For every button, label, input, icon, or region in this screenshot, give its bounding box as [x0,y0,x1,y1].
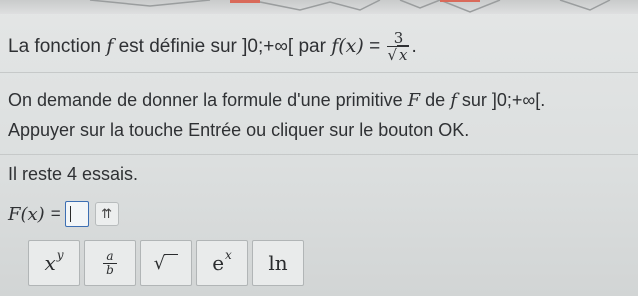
text-caret [69,206,71,222]
separator [0,154,638,155]
top-decoration [0,0,638,14]
history-up-button[interactable]: ⇈ [94,202,119,226]
answer-equals: = [50,204,61,223]
double-arrow-up-icon: ⇈ [101,206,113,221]
power-key[interactable]: xy [28,240,80,286]
fraction-key[interactable]: ab [84,240,136,286]
separator [0,72,638,73]
function-statement: La fonction f est définie sur ]0;+∞[ par… [8,29,417,64]
answer-row: F(x) = ⇈ [8,200,119,228]
hint-text: Appuyer sur la touche Entrée ou cliquer … [8,120,470,140]
sqrt-key[interactable]: √ [140,240,192,286]
answer-label: F(x) [8,203,45,225]
instruction-text: On demande de donner la formule d'une pr… [8,90,546,111]
function-fraction: 3 √ x [387,29,410,64]
math-keypad: xy ab √ ex ln [28,240,304,286]
ln-key[interactable]: ln [252,240,304,286]
attempts-remaining: Il reste 4 essais. [8,164,139,184]
exp-key[interactable]: ex [196,240,248,286]
answer-input[interactable] [64,201,89,227]
